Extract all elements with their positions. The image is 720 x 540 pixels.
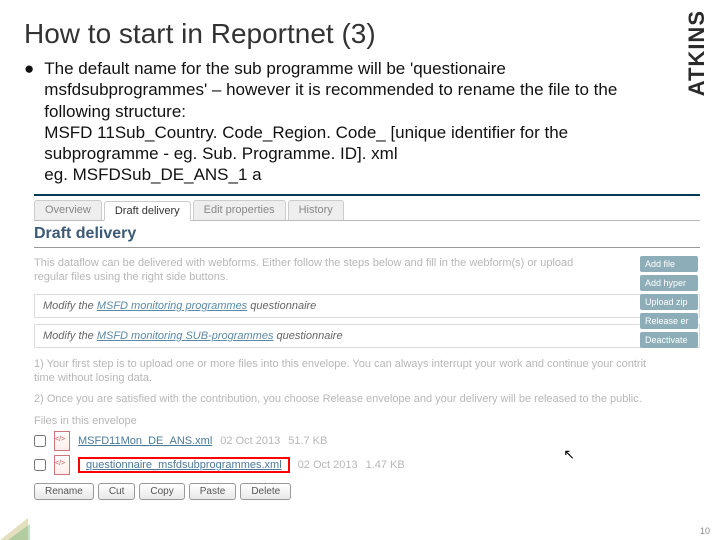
file-1-link[interactable]: MSFD11Mon_DE_ANS.xml	[78, 435, 212, 447]
file-pattern-text: MSFD 11Sub_Country. Code_Region. Code_ […	[44, 122, 650, 165]
bullet-icon: ●	[24, 58, 34, 79]
decor-triangle	[8, 524, 30, 540]
msfd-sub-programmes-link[interactable]: MSFD monitoring SUB-programmes	[97, 330, 274, 342]
tab-bar: Overview Draft delivery Edit properties …	[34, 200, 700, 221]
msfd-programmes-link[interactable]: MSFD monitoring programmes	[97, 300, 247, 312]
file-1-size: 51.7 KB	[288, 435, 327, 447]
file-checkbox[interactable]	[34, 435, 46, 447]
file-2-size: 1.47 KB	[366, 459, 405, 471]
brand-logo: ATKINS	[684, 10, 710, 96]
questionnaire-box-1: Modify the MSFD monitoring programmes qu…	[34, 294, 700, 318]
cut-button[interactable]: Cut	[98, 483, 136, 500]
page-number: 10	[700, 526, 710, 536]
questionnaire-box-2: Modify the MSFD monitoring SUB-programme…	[34, 324, 700, 348]
section-heading: Draft delivery	[34, 221, 700, 248]
file-row-2: questionnaire_msfdsubprogrammes.xml 02 O…	[34, 453, 700, 477]
cursor-icon: ↖	[563, 446, 575, 463]
slide-title: How to start in Reportnet (3)	[0, 0, 720, 50]
file-2-date: 02 Oct 2013	[298, 459, 358, 471]
delivery-desc: This dataflow can be delivered with webf…	[34, 252, 700, 289]
tab-edit-properties[interactable]: Edit properties	[193, 200, 286, 220]
file-1-date: 02 Oct 2013	[220, 435, 280, 447]
add-file-button[interactable]: Add file	[640, 256, 698, 272]
tab-draft-delivery[interactable]: Draft delivery	[104, 201, 191, 221]
file-2-highlight: questionnaire_msfdsubprogrammes.xml	[78, 457, 290, 473]
paste-button[interactable]: Paste	[189, 483, 237, 500]
step-2: 2) Once you are satisfied with the contr…	[34, 389, 700, 409]
files-label: Files in this envelope	[34, 409, 700, 429]
body-paragraph: ● The default name for the sub programme…	[0, 50, 720, 194]
deactivate-button[interactable]: Deactivate	[640, 332, 698, 348]
file-2-link[interactable]: questionnaire_msfdsubprogrammes.xml	[86, 459, 282, 471]
divider	[34, 194, 700, 196]
file-row-1: MSFD11Mon_DE_ANS.xml 02 Oct 2013 51.7 KB	[34, 429, 700, 453]
rename-button[interactable]: Rename	[34, 483, 94, 500]
delete-button[interactable]: Delete	[240, 483, 291, 500]
sidebar-actions: Add file Add hyper Upload zip Release er…	[640, 256, 698, 351]
tab-overview[interactable]: Overview	[34, 200, 102, 220]
screenshot-embed: Overview Draft delivery Edit properties …	[34, 200, 700, 506]
xml-file-icon	[54, 455, 70, 475]
copy-button[interactable]: Copy	[139, 483, 184, 500]
example-text: eg. MSFDSub_DE_ANS_1 a	[44, 164, 650, 185]
upload-zip-button[interactable]: Upload zip	[640, 294, 698, 310]
file-action-bar: Rename Cut Copy Paste Delete	[34, 477, 700, 506]
xml-file-icon	[54, 431, 70, 451]
release-envelope-button[interactable]: Release er	[640, 313, 698, 329]
step-1: 1) Your first step is to upload one or m…	[34, 354, 700, 389]
paragraph-text: The default name for the sub programme w…	[44, 58, 650, 122]
file-checkbox[interactable]	[34, 459, 46, 471]
tab-history[interactable]: History	[288, 200, 344, 220]
add-hyperlink-button[interactable]: Add hyper	[640, 275, 698, 291]
